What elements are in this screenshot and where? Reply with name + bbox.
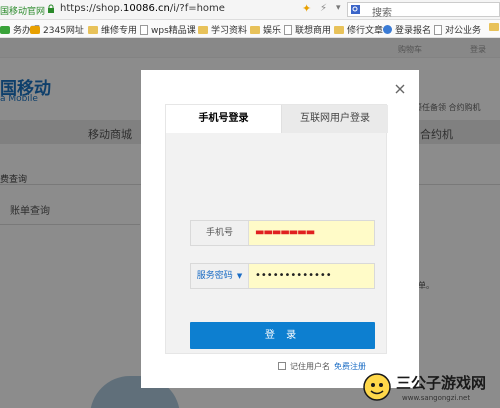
- password-type-select[interactable]: 服务密码 ▼: [191, 264, 249, 288]
- password-field: 服务密码 ▼ •••••••••••••: [190, 263, 375, 289]
- login-button[interactable]: 登 录: [190, 322, 375, 349]
- login-modal: 手机号登录 互联网用户登录 手机号 ▬▬▬▬▬▬▬ 服务密码 ▼ ••••••••…: [141, 70, 419, 388]
- browser-search-placeholder: 搜索: [372, 8, 392, 19]
- watermark-logo-icon: [363, 373, 391, 401]
- bookmark-item[interactable]: 修行文章: [334, 23, 383, 36]
- folder-icon: [489, 23, 499, 31]
- bookmark-2345-icon: [30, 26, 40, 34]
- bookmark-item[interactable]: 娱乐: [250, 23, 281, 36]
- login-panel: 手机号登录 互联网用户登录 手机号 ▬▬▬▬▬▬▬ 服务密码 ▼ ••••••••…: [165, 104, 388, 371]
- chevron-down-icon[interactable]: ▾: [336, 3, 341, 13]
- folder-icon: [198, 26, 208, 34]
- close-icon[interactable]: [393, 82, 407, 96]
- search-engine-icon: [351, 5, 360, 14]
- bookmark-item[interactable]: wps精品课: [140, 23, 196, 36]
- tab-internet-login[interactable]: 互联网用户登录: [282, 105, 388, 133]
- bookmark-item[interactable]: 登录报名: [383, 23, 431, 36]
- star-icon[interactable]: ✦: [302, 2, 311, 15]
- folder-icon: [334, 26, 344, 34]
- watermark: 三公子游戏网 www.sangongzi.net: [362, 370, 500, 408]
- page-icon: [140, 25, 148, 35]
- bolt-icon[interactable]: ⚡: [320, 3, 327, 14]
- tab-phone-login[interactable]: 手机号登录: [166, 105, 282, 133]
- globe-icon: [383, 25, 392, 34]
- url-field[interactable]: https://shop.10086.cn/i/?f=home: [60, 3, 225, 14]
- bookmark-item[interactable]: 2345网址: [30, 23, 84, 36]
- remember-username[interactable]: 记住用户名: [278, 361, 330, 372]
- watermark-title: 三公子游戏网: [396, 374, 487, 392]
- bookmark-green-icon: [0, 26, 10, 34]
- phone-input[interactable]: ▬▬▬▬▬▬▬: [249, 221, 374, 245]
- password-input[interactable]: •••••••••••••: [249, 264, 374, 288]
- tab-title[interactable]: 国移动官网: [0, 4, 45, 17]
- bookmark-item[interactable]: 学习资料: [198, 23, 247, 36]
- page-icon: [434, 25, 442, 35]
- phone-label: 手机号: [191, 221, 249, 245]
- browser-search-box[interactable]: 搜索: [347, 2, 500, 19]
- remember-checkbox[interactable]: [278, 362, 286, 370]
- watermark-url: www.sangongzi.net: [402, 394, 471, 402]
- folder-icon: [88, 26, 98, 34]
- page-icon: [284, 25, 292, 35]
- bookmark-item[interactable]: 对公业务: [434, 23, 481, 36]
- bookmark-item[interactable]: 维修专用: [88, 23, 137, 36]
- bookmarks-bar: 务办理 2345网址 维修专用 wps精品课 学习资料 娱乐 联想商用 修行文章…: [0, 20, 500, 38]
- folder-icon: [250, 26, 260, 34]
- bookmark-item[interactable]: 联想商用: [284, 23, 331, 36]
- address-bar: 国移动官网 https://shop.10086.cn/i/?f=home ✦ …: [0, 0, 500, 20]
- lock-icon: [48, 4, 54, 13]
- phone-field: 手机号 ▬▬▬▬▬▬▬: [190, 220, 375, 246]
- bookmark-item[interactable]: [489, 23, 500, 35]
- chevron-down-icon: ▼: [236, 272, 243, 280]
